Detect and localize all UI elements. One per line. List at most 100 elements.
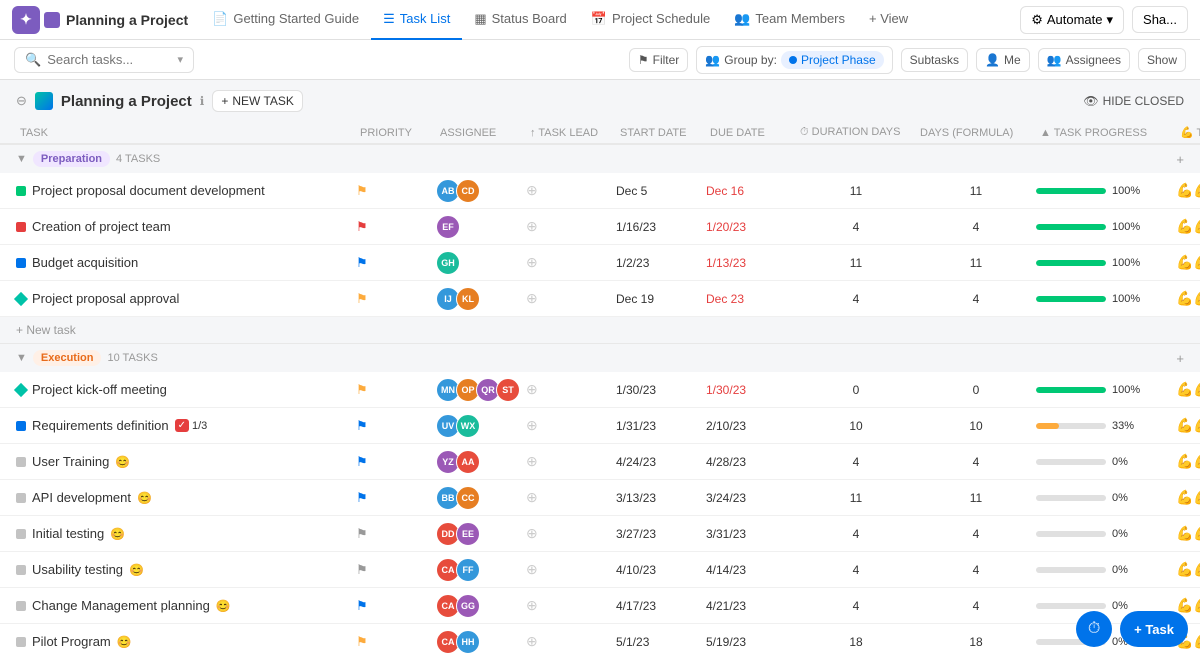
collapse-button[interactable]: ⊖ — [16, 93, 27, 109]
task-effort: 💪💪💪 — [1176, 254, 1200, 271]
automate-button[interactable]: ⚙ Automate ▾ — [1020, 6, 1124, 34]
section-preparation-header: ▼ Preparation 4 TASKS + — [0, 144, 1200, 173]
subtask-check-icon: ✓ — [175, 419, 189, 432]
progress-pct: 100% — [1112, 257, 1140, 269]
days-formula: 4 — [916, 563, 1036, 577]
progress-pct: 100% — [1112, 221, 1140, 233]
task-name-cell: Budget acquisition — [16, 251, 356, 274]
duration-days: 11 — [796, 184, 916, 198]
task-name[interactable]: Project kick-off meeting — [32, 382, 167, 397]
task-status-dot — [16, 457, 26, 467]
task-assignees: CA HH — [436, 630, 526, 654]
task-assignees: DD EE — [436, 522, 526, 546]
section-add-execution[interactable]: + — [1176, 351, 1184, 366]
tab-getting-started[interactable]: 📄 Getting Started Guide — [200, 0, 371, 40]
col-task-lead: ↑ TASK LEAD — [526, 127, 616, 139]
emoji-badge: 😊 — [216, 599, 231, 613]
doc-icon: 📄 — [212, 11, 228, 27]
task-name[interactable]: Usability testing — [32, 562, 123, 577]
task-name[interactable]: Project proposal document development — [32, 183, 265, 198]
task-name-cell: Creation of project team — [16, 215, 356, 238]
search-box[interactable]: 🔍 ▾ — [14, 47, 194, 73]
tab-project-schedule[interactable]: 📅 Project Schedule — [579, 0, 722, 40]
task-name[interactable]: API development — [32, 490, 131, 505]
task-row: Budget acquisition ⚑ GH ⊕ 1/2/23 1/13/23… — [0, 245, 1200, 281]
search-input[interactable] — [47, 52, 171, 67]
tab-status-board[interactable]: ▦ Status Board — [462, 0, 578, 40]
task-effort: 💪💪💪 — [1176, 290, 1200, 307]
tab-task-list[interactable]: ☰ Task List — [371, 0, 462, 40]
task-lead: ⊕ — [526, 182, 616, 199]
priority-flag-icon: ⚑ — [356, 454, 368, 469]
due-date: 4/14/23 — [706, 563, 796, 577]
project-title: Planning a Project — [44, 12, 188, 28]
task-name-cell: Change Management planning 😊 — [16, 594, 356, 617]
plus-icon: + — [221, 94, 228, 108]
priority-flag-icon: ⚑ — [356, 634, 368, 649]
task-progress: 0% — [1036, 528, 1176, 540]
task-name[interactable]: Pilot Program — [32, 634, 111, 649]
share-button[interactable]: Sha... — [1132, 6, 1188, 33]
emoji-badge: 😊 — [110, 527, 125, 541]
board-icon: ▦ — [474, 11, 486, 27]
task-priority: ⚑ — [356, 454, 436, 470]
task-assignees: AB CD — [436, 179, 526, 203]
app-icon: ✦ — [12, 6, 40, 34]
new-task-button[interactable]: + NEW TASK — [212, 90, 303, 112]
section-add-preparation[interactable]: + — [1176, 152, 1184, 167]
priority-flag-icon: ⚑ — [356, 526, 368, 541]
top-nav: ✦ Planning a Project 📄 Getting Started G… — [0, 0, 1200, 40]
progress-pct: 0% — [1112, 492, 1128, 504]
add-task-preparation[interactable]: + New task — [0, 317, 1200, 343]
toolbar-right: ⚑ Filter 👥 Group by: Project Phase Subta… — [629, 46, 1186, 74]
task-lead: ⊕ — [526, 525, 616, 542]
task-name[interactable]: Requirements definition — [32, 418, 169, 433]
tab-add-view[interactable]: + View — [857, 0, 920, 40]
add-task-button[interactable]: + Task — [1120, 611, 1188, 647]
me-button[interactable]: 👤 Me — [976, 48, 1030, 72]
task-name[interactable]: Budget acquisition — [32, 255, 138, 270]
task-name-cell: Project proposal approval — [16, 287, 356, 310]
group-by-control[interactable]: 👥 Group by: Project Phase — [696, 46, 892, 74]
due-date: 4/21/23 — [706, 599, 796, 613]
timer-button[interactable]: ⏱ — [1076, 611, 1112, 647]
task-row: Usability testing 😊 ⚑ CA FF ⊕ 4/10/23 4/… — [0, 552, 1200, 588]
filter-button[interactable]: ⚑ Filter — [629, 48, 688, 72]
assignees-icon: 👥 — [1047, 53, 1062, 67]
group-icon: 👥 — [705, 53, 720, 67]
board-color-icon — [35, 92, 53, 110]
start-date: 4/24/23 — [616, 455, 706, 469]
subtasks-button[interactable]: Subtasks — [901, 48, 968, 72]
page-header: ⊖ Planning a Project ℹ + NEW TASK 👁 HIDE… — [0, 80, 1200, 122]
task-name[interactable]: Change Management planning — [32, 598, 210, 613]
start-date: 3/27/23 — [616, 527, 706, 541]
task-progress: 100% — [1036, 185, 1176, 197]
tab-team-members[interactable]: 👥 Team Members — [722, 0, 857, 40]
days-formula: 11 — [916, 491, 1036, 505]
days-formula: 4 — [916, 599, 1036, 613]
avatar: KL — [456, 287, 480, 311]
task-status-dot — [16, 258, 26, 268]
section-collapse-preparation[interactable]: ▼ — [16, 153, 27, 165]
task-name[interactable]: Project proposal approval — [32, 291, 179, 306]
automate-icon: ⚙ — [1031, 12, 1043, 28]
section-collapse-execution[interactable]: ▼ — [16, 352, 27, 364]
assignees-button[interactable]: 👥 Assignees — [1038, 48, 1130, 72]
hide-closed-button[interactable]: 👁 HIDE CLOSED — [1083, 94, 1184, 108]
show-button[interactable]: Show — [1138, 48, 1186, 72]
duration-days: 0 — [796, 383, 916, 397]
task-progress: 100% — [1036, 257, 1176, 269]
task-name[interactable]: Creation of project team — [32, 219, 171, 234]
task-name[interactable]: Initial testing — [32, 526, 104, 541]
priority-flag-icon: ⚑ — [356, 183, 368, 198]
section-badge-execution: Execution — [33, 350, 102, 366]
days-formula: 4 — [916, 292, 1036, 306]
task-effort: 💪💪💪 — [1176, 218, 1200, 235]
task-lead: ⊕ — [526, 254, 616, 271]
priority-flag-icon: ⚑ — [356, 562, 368, 577]
due-date: 4/28/23 — [706, 455, 796, 469]
task-lead-icon: ⊕ — [526, 597, 538, 613]
task-row: Creation of project team ⚑ EF ⊕ 1/16/23 … — [0, 209, 1200, 245]
start-date: 4/17/23 — [616, 599, 706, 613]
task-name[interactable]: User Training — [32, 454, 109, 469]
